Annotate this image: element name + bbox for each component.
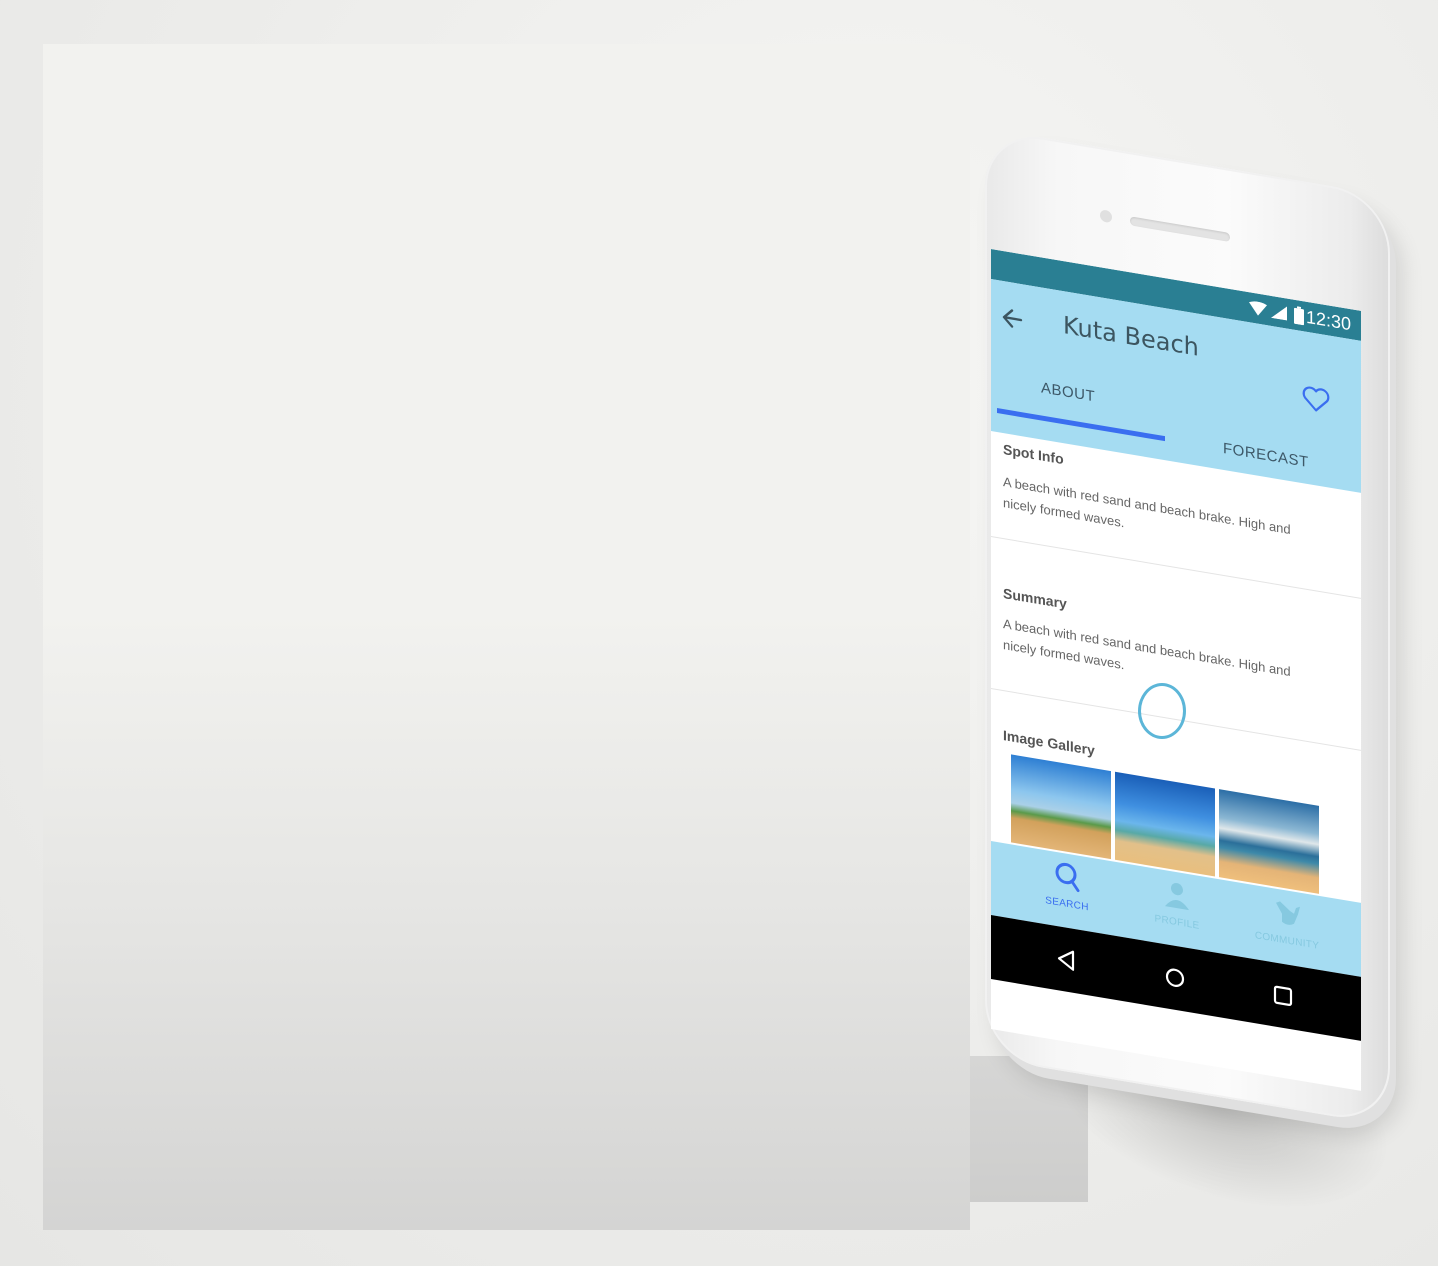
search-icon <box>1055 862 1080 893</box>
background-panel <box>43 44 970 1230</box>
section-title: Summary <box>1003 585 1067 612</box>
phone-mockup: 12:30 Kuta Beach ABOUT FORECAST Spot Inf… <box>985 128 1390 1126</box>
front-camera <box>1100 209 1112 224</box>
wifi-icon <box>1249 301 1267 316</box>
section-title-image-gallery: Image Gallery <box>1003 727 1095 759</box>
touch-indicator <box>1138 683 1186 739</box>
status-time: 12:30 <box>1305 306 1351 335</box>
section-title: Spot Info <box>1003 441 1064 468</box>
phone-speaker <box>1130 216 1230 242</box>
nav-label: SEARCH <box>1045 895 1089 914</box>
shaka-hand-icon <box>1276 901 1300 925</box>
gallery-image[interactable] <box>1115 771 1215 877</box>
gallery-image[interactable] <box>1219 789 1319 894</box>
recents-square-icon[interactable] <box>1269 980 1297 1013</box>
gallery-image[interactable] <box>1011 754 1111 860</box>
person-icon <box>1165 883 1189 911</box>
nav-label: PROFILE <box>1154 913 1200 932</box>
page-title: Kuta Beach <box>1063 311 1199 362</box>
battery-icon <box>1294 306 1304 326</box>
back-arrow-icon[interactable] <box>999 302 1027 335</box>
phone-screen: 12:30 Kuta Beach ABOUT FORECAST Spot Inf… <box>991 249 1361 1091</box>
nav-label: COMMUNITY <box>1254 930 1320 952</box>
heart-icon[interactable] <box>1301 383 1331 416</box>
cellular-signal-icon <box>1271 306 1287 321</box>
nav-profile[interactable]: PROFILE <box>1127 872 1227 937</box>
tab-about[interactable]: ABOUT <box>1041 379 1095 405</box>
tab-forecast[interactable]: FORECAST <box>1223 440 1309 471</box>
nav-search[interactable]: SEARCH <box>1017 853 1117 918</box>
home-circle-icon[interactable] <box>1161 961 1189 994</box>
nav-community[interactable]: COMMUNITY <box>1237 890 1337 955</box>
back-triangle-icon[interactable] <box>1053 943 1081 976</box>
